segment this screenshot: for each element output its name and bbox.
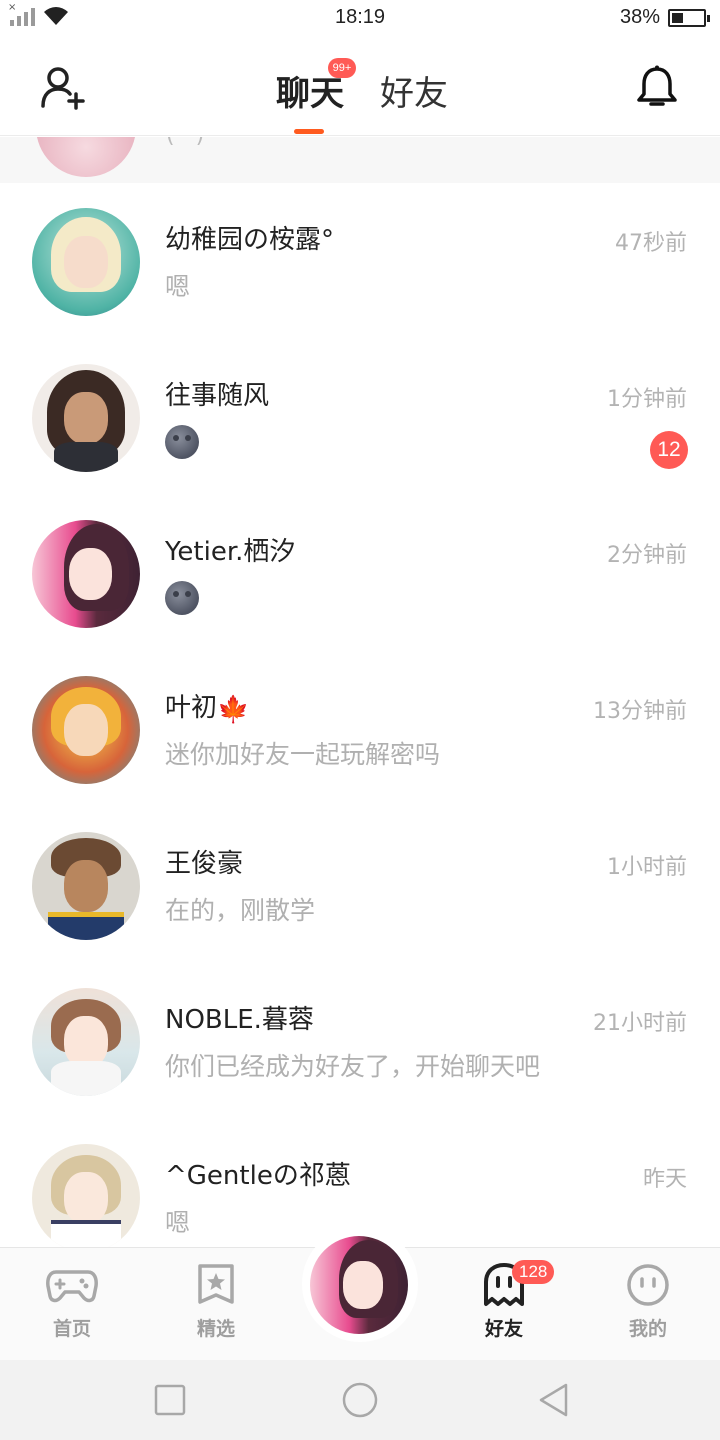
chat-preview: 在的，刚散学 xyxy=(165,896,316,925)
home-circle-icon[interactable] xyxy=(342,1382,378,1418)
chat-preview: 迷你加好友一起玩解密吗 xyxy=(165,740,441,769)
chat-preview: ( · ) xyxy=(166,137,204,148)
nav-me-label: 我的 xyxy=(628,1318,667,1340)
chat-time: 47秒前 xyxy=(615,231,687,256)
status-bar: × 18:19 38% xyxy=(0,0,720,38)
battery-percent: 38% xyxy=(619,6,660,28)
nav-home[interactable]: 首页 xyxy=(22,1262,122,1341)
avatar xyxy=(32,364,140,472)
chat-time: 13分钟前 xyxy=(593,699,687,724)
chat-item[interactable]: 幼稚园の桉露° 嗯 47秒前 xyxy=(0,183,720,339)
chat-time: 1分钟前 xyxy=(607,387,687,412)
chat-time: 2分钟前 xyxy=(607,543,687,568)
status-time: 18:19 xyxy=(334,6,386,28)
avatar xyxy=(32,208,140,316)
tab-friends[interactable]: 好友 xyxy=(380,66,448,115)
status-right: 38% xyxy=(619,6,710,29)
profile-avatar xyxy=(310,1236,408,1334)
nav-featured[interactable]: 精选 xyxy=(166,1262,266,1341)
chat-name: Yetier.栖汐 xyxy=(165,537,296,567)
avatar xyxy=(36,137,136,177)
chat-item[interactable]: 往事随风 1分钟前 12 xyxy=(0,339,720,495)
star-bookmark-icon xyxy=(198,1264,234,1304)
avatar xyxy=(32,832,140,940)
chat-preview: 你们已经成为好友了，开始聊天吧 xyxy=(165,1052,541,1081)
avatar xyxy=(32,676,140,784)
recent-apps-icon[interactable] xyxy=(152,1382,188,1418)
center-profile-button[interactable] xyxy=(302,1226,418,1342)
back-triangle-icon[interactable] xyxy=(536,1382,572,1418)
chat-preview: 嗯 xyxy=(165,1208,191,1237)
chat-name: 王俊豪 xyxy=(165,849,244,879)
gamepad-icon xyxy=(46,1270,98,1303)
avatar xyxy=(32,988,140,1096)
smiley-face-icon xyxy=(627,1264,669,1306)
chat-name: 幼稚园の桉露° xyxy=(165,225,335,255)
new-moon-face-emoji xyxy=(165,581,199,615)
top-header: 聊天 99+ 好友 xyxy=(0,38,720,136)
add-friend-icon[interactable] xyxy=(40,66,86,110)
nav-featured-label: 精选 xyxy=(196,1318,235,1340)
chat-item[interactable]: 王俊豪 在的，刚散学 1小时前 xyxy=(0,807,720,963)
chat-item[interactable]: NOBLE.暮蓉 你们已经成为好友了，开始聊天吧 21小时前 xyxy=(0,963,720,1119)
partial-chat-item[interactable]: ( · ) xyxy=(0,137,720,183)
friends-badge: 128 xyxy=(512,1260,555,1284)
chat-name: NOBLE.暮蓉 xyxy=(165,1005,314,1035)
chat-name: 叶初🍁 xyxy=(165,693,250,725)
chat-name: 往事随风 xyxy=(165,381,270,411)
chat-item[interactable]: 叶初🍁 迷你加好友一起玩解密吗 13分钟前 xyxy=(0,651,720,807)
nav-home-label: 首页 xyxy=(52,1318,91,1340)
chat-time: 1小时前 xyxy=(607,855,687,880)
nav-friends-label: 好友 xyxy=(484,1318,523,1340)
avatar xyxy=(32,1144,140,1252)
avatar xyxy=(32,520,140,628)
chat-time: 昨天 xyxy=(642,1167,687,1192)
maple-leaf-emoji: 🍁 xyxy=(217,695,250,725)
nav-me[interactable]: 我的 xyxy=(598,1262,698,1341)
system-nav-bar xyxy=(0,1360,720,1440)
nav-friends[interactable]: 128 好友 xyxy=(454,1260,555,1341)
battery-icon xyxy=(668,8,710,27)
chat-list: 幼稚园の桉露° 嗯 47秒前 往事随风 1分钟前 12 Yetier.栖汐 2分… xyxy=(0,183,720,1275)
bell-icon[interactable] xyxy=(634,64,680,110)
chat-preview: 嗯 xyxy=(165,272,191,301)
chat-item[interactable]: Yetier.栖汐 2分钟前 xyxy=(0,495,720,651)
active-tab-indicator xyxy=(294,129,324,134)
chat-time: 21小时前 xyxy=(593,1011,687,1036)
unread-badge: 12 xyxy=(650,431,688,469)
chat-unread-badge: 99+ xyxy=(328,58,356,78)
chat-name: ^Gentleの祁蒽 xyxy=(165,1161,351,1191)
new-moon-face-emoji xyxy=(165,425,199,459)
